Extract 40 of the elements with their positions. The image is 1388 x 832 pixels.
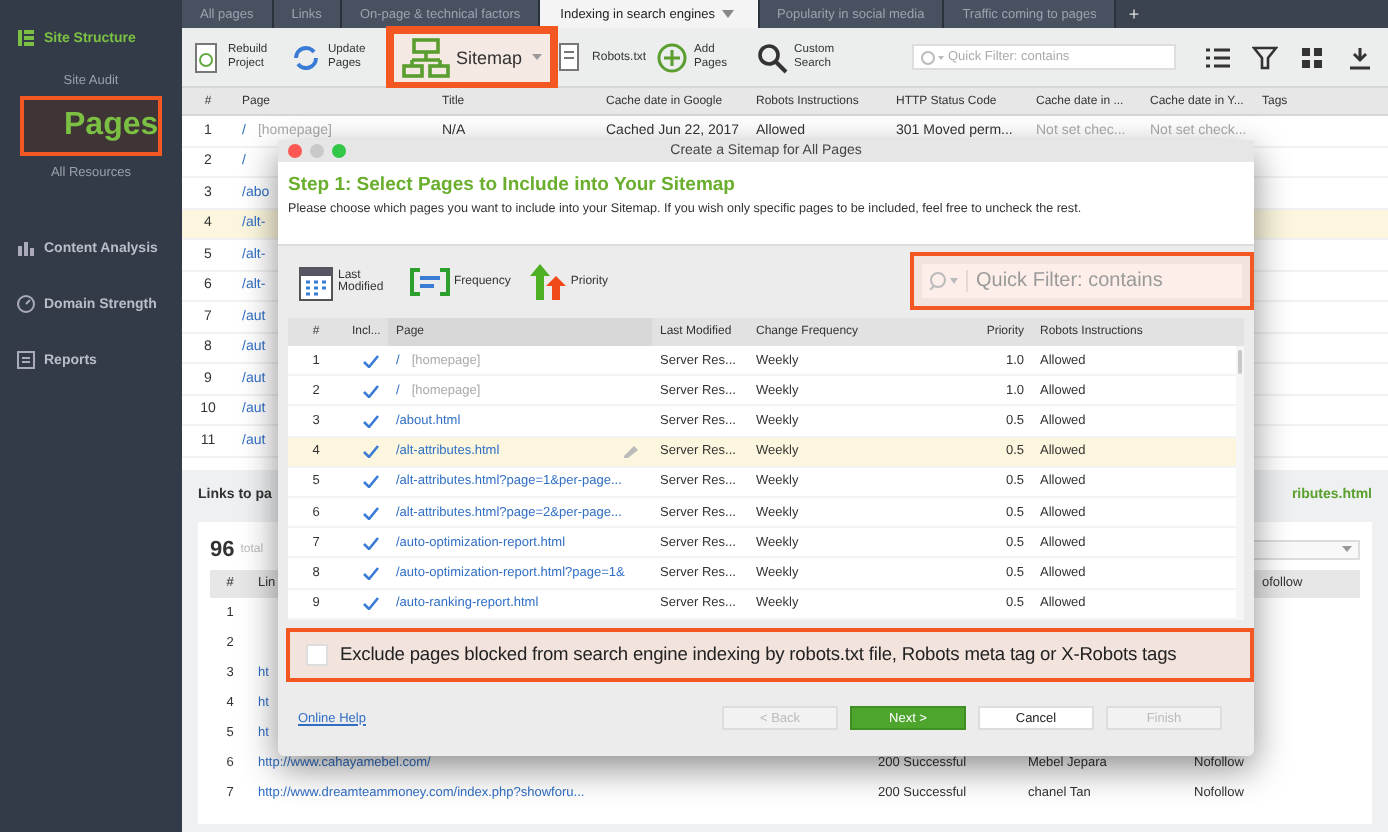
list-icon[interactable] [1204,45,1230,69]
checkbox[interactable] [361,444,379,459]
sidebar-item[interactable]: Pages [20,96,162,156]
scrollbar-thumb[interactable] [1238,350,1242,374]
search-icon [920,49,944,65]
checkbox[interactable] [361,505,379,520]
step-title: Step 1: Select Pages to Include into Your Sitemap [288,174,737,196]
refresh-icon [290,41,322,73]
search-icon [756,41,789,73]
close-button[interactable] [288,144,302,158]
caret-icon [1342,546,1352,552]
toolbar-button[interactable]: Sitemap [390,29,555,85]
document-icon [190,41,222,73]
exclude-option[interactable]: Exclude pages blocked from search engine indexing by robots.txt file, Robots meta tag or X-Robots tags [286,627,1254,682]
add-tab-button[interactable]: + [1116,0,1152,28]
caret-icon [531,54,542,60]
bar-chart-icon [16,238,36,258]
checkbox[interactable] [361,565,379,580]
download-icon[interactable] [1348,45,1374,69]
grid-icon[interactable] [1300,45,1326,69]
edit-icon [622,444,640,459]
gauge-icon [16,294,36,314]
arrows-up-icon [530,264,567,300]
checkbox[interactable] [361,383,379,398]
checkbox[interactable] [361,596,379,611]
structure-icon [16,28,36,48]
search-icon [928,270,960,290]
checkbox[interactable] [361,535,379,550]
checkbox[interactable] [361,413,379,428]
caret-icon [721,10,733,18]
link-count: 96 [210,537,235,561]
plus-circle-icon [656,41,689,73]
checkbox[interactable] [361,353,379,368]
report-icon [16,350,36,370]
calendar-icon [298,262,334,302]
checkbox[interactable] [361,474,379,489]
frequency-icon [410,268,450,296]
sitemap-icon [402,37,450,77]
dropdown-button[interactable] [528,54,545,60]
filter-icon[interactable] [1252,45,1278,69]
